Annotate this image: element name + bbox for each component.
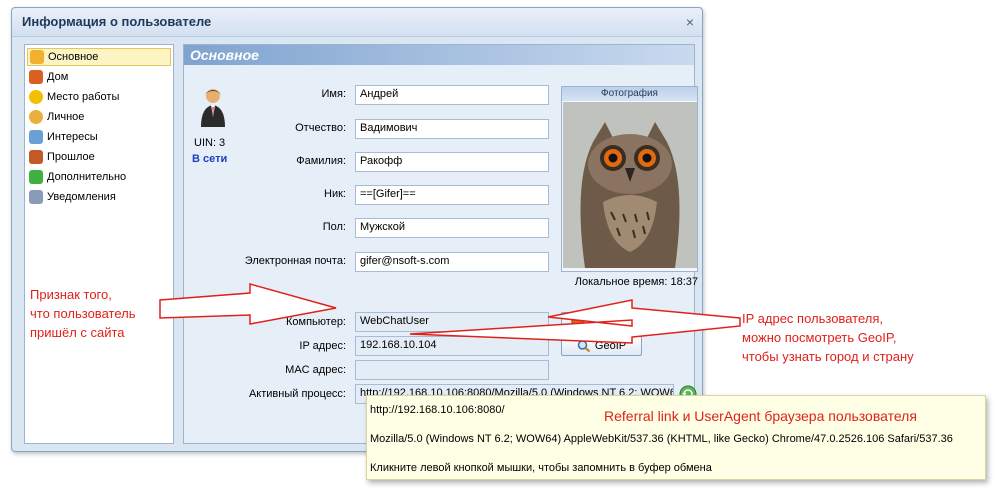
annotation-left-line: пришёл с сайта bbox=[30, 325, 125, 340]
sidebar-item-interests[interactable]: Интересы bbox=[27, 128, 171, 146]
window-title: Информация о пользователе bbox=[22, 14, 212, 29]
name-label: Имя: bbox=[321, 88, 346, 100]
geoip-button-label: GeoIP bbox=[594, 340, 627, 352]
tooltip-caption: Referral link и UserAgent браузера польз… bbox=[604, 408, 917, 424]
ip-field[interactable]: 192.168.10.104 bbox=[355, 336, 549, 356]
sidebar-item-past[interactable]: Прошлое bbox=[27, 148, 171, 166]
sidebar-item-label: Личное bbox=[47, 111, 85, 123]
mac-label: MAC адрес: bbox=[285, 364, 346, 376]
sidebar-item-additional[interactable]: Дополнительно bbox=[27, 168, 171, 186]
mac-field[interactable] bbox=[355, 360, 549, 380]
personal-icon bbox=[29, 110, 43, 124]
patronymic-field[interactable]: Вадимович bbox=[355, 119, 549, 139]
open-button[interactable]: Открыть bbox=[561, 312, 642, 332]
nick-field[interactable]: ==[Gifer]== bbox=[355, 185, 549, 205]
useragent-tooltip[interactable]: http://192.168.10.106:8080/ Referral lin… bbox=[366, 395, 986, 480]
surname-label: Фамилия: bbox=[296, 155, 346, 167]
sidebar-item-work[interactable]: Место работы bbox=[27, 88, 171, 106]
surname-field[interactable]: Ракофф bbox=[355, 152, 549, 172]
ip-label: IP адрес: bbox=[299, 340, 346, 352]
open-button-label: Открыть bbox=[588, 316, 633, 328]
magnifier-icon bbox=[577, 340, 591, 352]
main-panel: Основное UIN: 3 В сети Имя: Андрей Отчес… bbox=[183, 44, 698, 444]
section-header: Основное bbox=[184, 45, 694, 65]
status-label: В сети bbox=[192, 153, 228, 165]
patronymic-label: Отчество: bbox=[295, 122, 346, 134]
name-field[interactable]: Андрей bbox=[355, 85, 549, 105]
annotation-left-line: Признак того, bbox=[30, 287, 112, 302]
computer-field[interactable]: WebChatUser bbox=[355, 312, 549, 332]
geoip-button[interactable]: GeoIP bbox=[561, 336, 642, 356]
sidebar-item-main[interactable]: Основное bbox=[27, 48, 171, 66]
sidebar-item-home[interactable]: Дом bbox=[27, 68, 171, 86]
sidebar-item-notifications[interactable]: Уведомления bbox=[27, 188, 171, 206]
nick-label: Ник: bbox=[324, 188, 346, 200]
computer-label: Компьютер: bbox=[286, 316, 346, 328]
annotation-right-line: можно посмотреть GeoIP, bbox=[742, 330, 897, 345]
people-icon bbox=[29, 130, 43, 144]
gender-field[interactable]: Мужской bbox=[355, 218, 549, 238]
gender-label: Пол: bbox=[322, 221, 346, 233]
plus-icon bbox=[29, 170, 43, 184]
title-bar: Информация о пользователе × bbox=[12, 8, 702, 37]
tooltip-referral-link: http://192.168.10.106:8080/ bbox=[370, 404, 505, 416]
email-field[interactable]: gifer@nsoft-s.com bbox=[355, 252, 549, 272]
uin-label: UIN: 3 bbox=[194, 137, 226, 149]
monitor-icon bbox=[571, 316, 585, 327]
sidebar-item-label: Прошлое bbox=[47, 151, 95, 163]
sidebar-item-label: Место работы bbox=[47, 91, 120, 103]
sidebar: Основное Дом Место работы Личное Интерес… bbox=[24, 44, 174, 444]
process-label: Активный процесс: bbox=[248, 388, 346, 400]
user-avatar-icon bbox=[201, 89, 225, 127]
sidebar-item-label: Уведомления bbox=[47, 191, 116, 203]
book-icon bbox=[29, 150, 43, 164]
tooltip-useragent: Mozilla/5.0 (Windows NT 6.2; WOW64) Appl… bbox=[370, 433, 953, 445]
photo-panel: Фотография bbox=[561, 86, 698, 272]
sidebar-item-label: Основное bbox=[48, 51, 99, 63]
annotation-right-line: чтобы узнать город и страну bbox=[742, 349, 914, 364]
helmet-icon bbox=[29, 90, 43, 104]
sidebar-item-label: Интересы bbox=[47, 131, 98, 143]
local-time: Локальное время: 18:37 bbox=[574, 276, 698, 288]
annotation-right-line: IP адрес пользователя, bbox=[742, 311, 883, 326]
user-info-window: Информация о пользователе × Основное Дом… bbox=[11, 7, 703, 452]
sidebar-item-personal[interactable]: Личное bbox=[27, 108, 171, 126]
owl-photo bbox=[563, 102, 697, 268]
close-icon[interactable]: × bbox=[686, 14, 694, 30]
section-title: Основное bbox=[190, 47, 259, 63]
house-icon bbox=[29, 70, 43, 84]
annotation-left-line: что пользователь bbox=[30, 306, 136, 321]
avatar bbox=[201, 87, 225, 129]
annotation-left: Признак того, что пользователь пришёл с … bbox=[30, 285, 135, 342]
sidebar-item-label: Дом bbox=[47, 71, 69, 83]
notification-icon bbox=[29, 190, 43, 204]
annotation-right: IP адрес пользователя, можно посмотреть … bbox=[742, 309, 914, 366]
tooltip-hint: Кликните левой кнопкой мышки, чтобы запо… bbox=[370, 462, 712, 474]
email-label: Электронная почта: bbox=[244, 255, 346, 267]
sidebar-item-label: Дополнительно bbox=[47, 171, 127, 183]
photo-title: Фотография bbox=[562, 87, 697, 101]
user-icon bbox=[30, 50, 44, 64]
